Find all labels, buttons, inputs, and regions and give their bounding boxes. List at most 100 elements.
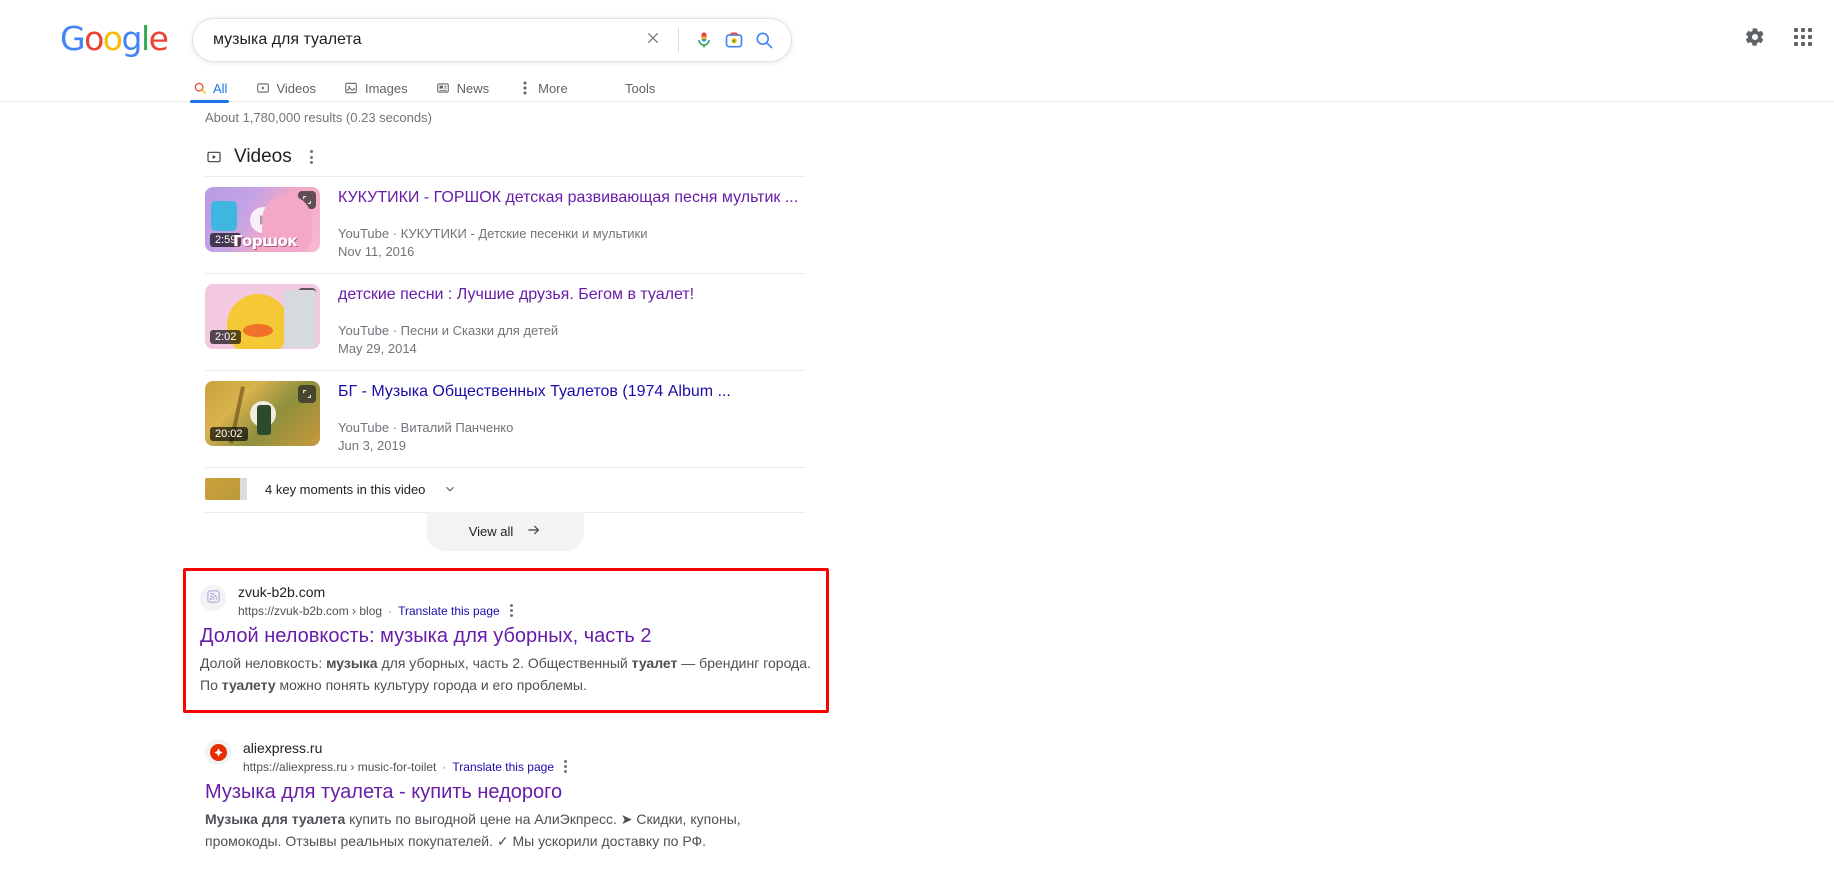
video-source: YouTube · Виталий Панченко (338, 419, 805, 437)
tab-images[interactable]: Images (344, 74, 422, 102)
video-thumbnail[interactable]: Горшок 2:59 (205, 187, 320, 252)
expand-icon[interactable] (298, 288, 316, 306)
translate-page-link[interactable]: Translate this page (398, 603, 500, 619)
google-search-results-page: Google музыка для туалета All Videos Ima… (0, 0, 1834, 870)
snippet-highlight: музыка (326, 655, 378, 671)
result-site-block: zvuk-b2b.com https://zvuk-b2b.com › blog… (238, 583, 517, 619)
snippet-part: Долой неловкость: (200, 655, 327, 671)
key-moments-thumbnail (205, 478, 247, 500)
result-url-row: https://zvuk-b2b.com › blog · Translate … (238, 602, 517, 619)
search-result[interactable]: zvuk-b2b.com https://zvuk-b2b.com › blog… (200, 581, 812, 696)
rss-waves-icon (206, 589, 221, 607)
tab-label: All (213, 80, 228, 96)
video-channel: КУКУТИКИ - Детские песенки и мультики (400, 226, 648, 241)
view-all-label: View all (468, 524, 514, 539)
tab-news[interactable]: News (436, 74, 504, 102)
separator: · (442, 759, 447, 774)
video-source: YouTube · КУКУТИКИ - Детские песенки и м… (338, 225, 805, 243)
video-meta: БГ - Музыка Общественных Туалетов (1974 … (338, 381, 805, 455)
search-tabs: All Videos Images News More (189, 74, 596, 103)
video-result-item[interactable]: 20:02 БГ - Музыка Общественных Туалетов … (205, 370, 805, 467)
thumbnail-art (243, 324, 273, 337)
tools-label: Tools (625, 80, 656, 96)
result-site-name: zvuk-b2b.com (238, 584, 326, 600)
result-header: zvuk-b2b.com https://zvuk-b2b.com › blog… (200, 583, 812, 619)
clear-search-icon[interactable] (638, 30, 668, 50)
videos-options-icon[interactable] (304, 146, 319, 168)
result-url: https://zvuk-b2b.com › blog (238, 603, 383, 618)
result-site-name: aliexpress.ru (243, 740, 323, 756)
highlighted-result-box: zvuk-b2b.com https://zvuk-b2b.com › blog… (183, 568, 829, 713)
google-logo[interactable]: Google (60, 22, 169, 56)
result-title-link[interactable]: Музыка для туалета - купить недорого (205, 779, 805, 805)
tab-more[interactable]: More (517, 74, 582, 102)
video-icon (205, 149, 222, 166)
google-lens-icon[interactable] (719, 30, 749, 50)
tools-button[interactable]: Tools (625, 74, 655, 102)
result-site-block: aliexpress.ru https://aliexpress.ru › mu… (243, 739, 571, 775)
view-all-container: View all (205, 512, 805, 556)
header-actions (1742, 24, 1816, 50)
result-options-icon[interactable] (560, 758, 571, 775)
snippet-highlight: Музыка для туалета (205, 811, 346, 827)
result-url-row: https://aliexpress.ru › music-for-toilet… (243, 758, 571, 775)
search-tabs-bar: All Videos Images News More Tools (0, 74, 1834, 103)
image-icon (344, 81, 359, 96)
video-channel: Виталий Панченко (400, 420, 514, 435)
tab-all[interactable]: All (189, 74, 241, 103)
result-snippet: Долой неловкость: музыка для уборных, ча… (200, 652, 812, 696)
separator: · (388, 603, 393, 618)
video-result-item[interactable]: Горшок 2:59 КУКУТИКИ - ГОРШОК детская ра… (205, 176, 805, 273)
aliexpress-logo-icon (209, 743, 227, 761)
site-favicon-icon (200, 585, 226, 611)
translate-page-link[interactable]: Translate this page (452, 759, 554, 775)
video-thumbnail[interactable]: 2:02 (205, 284, 320, 349)
settings-gear-icon[interactable] (1742, 24, 1768, 50)
thumbnail-caption: Горшок (233, 232, 298, 250)
snippet-highlight: туалет (631, 655, 678, 671)
video-duration: 20:02 (210, 427, 248, 441)
expand-icon[interactable] (298, 385, 316, 403)
snippet-part: можно понять культуру города и его пробл… (275, 677, 587, 693)
snippet-highlight: туалету (221, 677, 276, 693)
video-title[interactable]: БГ - Музыка Общественных Туалетов (1974 … (338, 381, 805, 403)
snippet-part: для уборных, часть 2. Общественный (377, 655, 632, 671)
google-apps-icon[interactable] (1790, 24, 1816, 50)
microphone-icon[interactable] (689, 30, 719, 50)
tab-videos[interactable]: Videos (255, 74, 330, 102)
video-icon (255, 81, 270, 96)
dot-separator: · (392, 323, 401, 338)
video-date: Nov 11, 2016 (338, 244, 415, 259)
video-channel: Песни и Сказки для детей (400, 323, 559, 338)
result-stats: About 1,780,000 results (0.23 seconds) (205, 110, 432, 125)
result-url: https://aliexpress.ru › music-for-toilet (243, 759, 437, 774)
play-icon (249, 400, 276, 427)
video-thumbnail[interactable]: 20:02 (205, 381, 320, 446)
video-source: YouTube · Песни и Сказки для детей (338, 322, 805, 340)
videos-section-header: Videos (205, 140, 805, 174)
result-options-icon[interactable] (506, 602, 517, 619)
videos-heading: Videos (234, 146, 292, 167)
video-meta: детские песни : Лучшие друзья. Бегом в т… (338, 284, 805, 358)
search-result[interactable]: aliexpress.ru https://aliexpress.ru › mu… (205, 727, 805, 852)
search-divider (678, 28, 679, 52)
news-icon (436, 81, 451, 96)
arrow-right-icon (525, 522, 541, 541)
video-title[interactable]: КУКУТИКИ - ГОРШОК детская развивающая пе… (338, 187, 805, 209)
search-input[interactable] (193, 31, 638, 49)
view-all-button[interactable]: View all (426, 512, 584, 551)
expand-icon[interactable] (298, 191, 316, 209)
video-date: May 29, 2014 (338, 341, 417, 356)
key-moments-row[interactable]: 4 key moments in this video (205, 467, 805, 506)
video-result-item[interactable]: 2:02 детские песни : Лучшие друзья. Бего… (205, 273, 805, 370)
video-duration: 2:02 (210, 330, 242, 344)
result-title-link[interactable]: Долой неловкость: музыка для уборных, ча… (200, 623, 812, 649)
video-title[interactable]: детские песни : Лучшие друзья. Бегом в т… (338, 284, 805, 306)
video-source-name: YouTube (338, 226, 390, 241)
tab-label: News (456, 80, 490, 96)
video-meta: КУКУТИКИ - ГОРШОК детская развивающая пе… (338, 187, 805, 261)
video-date: Jun 3, 2019 (338, 438, 406, 453)
search-bar[interactable] (192, 18, 792, 62)
search-submit-icon[interactable] (749, 30, 779, 50)
chevron-down-icon[interactable] (443, 482, 457, 496)
